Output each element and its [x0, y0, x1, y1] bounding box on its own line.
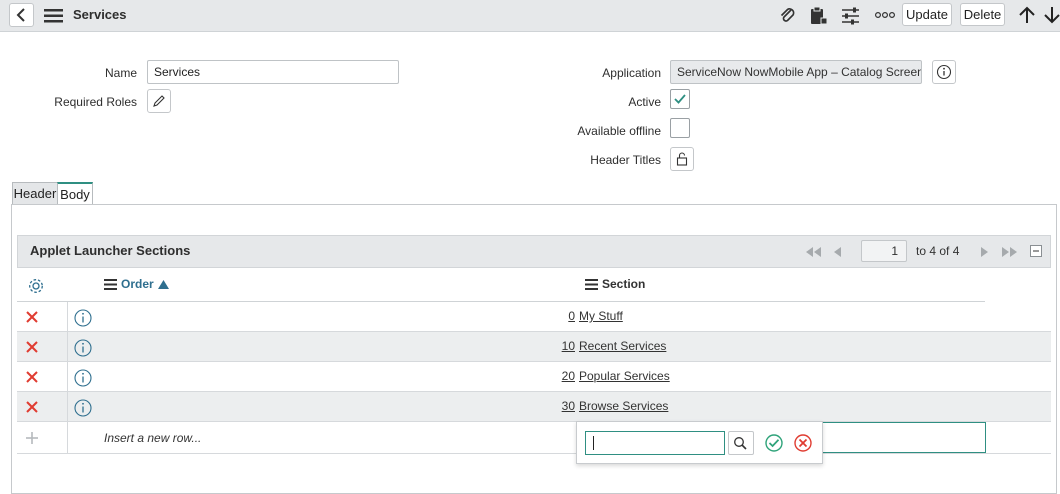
unlock-icon — [676, 152, 688, 166]
column-header-row: Order Section — [17, 269, 985, 302]
pencil-icon — [153, 95, 165, 107]
insert-row-text[interactable]: Insert a new row... — [104, 431, 201, 445]
delete-button[interactable]: Delete — [960, 3, 1005, 26]
table-row: 30 Browse Services — [17, 392, 1051, 422]
section-column-header[interactable]: Section — [602, 277, 645, 291]
form-header-bar: Services Update Delete — [0, 0, 1060, 32]
row-info-icon[interactable] — [73, 398, 93, 418]
next-record-arrow-down-icon[interactable] — [1043, 5, 1060, 25]
attachment-icon[interactable] — [777, 5, 797, 25]
row-info-icon[interactable] — [73, 338, 93, 358]
delete-row-icon[interactable] — [25, 340, 39, 354]
active-checkbox[interactable] — [670, 89, 690, 109]
tab-header[interactable]: Header — [12, 182, 58, 204]
order-cell[interactable]: 0 — [568, 309, 575, 323]
edit-roles-button[interactable] — [147, 89, 171, 113]
text-caret — [593, 436, 594, 450]
application-field[interactable]: ServiceNow NowMobile App – Catalog Scree… — [670, 60, 922, 84]
page-title: Services — [73, 7, 127, 22]
required-roles-label: Required Roles — [54, 95, 137, 109]
row-info-icon[interactable] — [73, 368, 93, 388]
table-row: 10 Recent Services — [17, 332, 1051, 362]
active-label: Active — [628, 95, 661, 109]
table-row: 0 My Stuff — [17, 302, 1051, 332]
insert-row[interactable]: Insert a new row... — [17, 422, 1051, 454]
inline-edit-input[interactable] — [585, 431, 725, 455]
update-button[interactable]: Update — [902, 3, 952, 26]
collapse-list-button[interactable] — [1030, 245, 1042, 257]
order-cell[interactable]: 20 — [562, 369, 575, 383]
header-titles-lock-button[interactable] — [670, 147, 694, 171]
personalize-sliders-icon[interactable] — [841, 6, 861, 26]
gear-icon[interactable] — [26, 276, 46, 296]
delete-row-icon[interactable] — [25, 310, 39, 324]
section-column-menu-icon[interactable] — [585, 279, 599, 290]
available-offline-checkbox[interactable] — [670, 118, 690, 138]
checkmark-icon — [674, 94, 686, 104]
more-options-icon[interactable] — [874, 9, 896, 21]
search-icon — [734, 437, 747, 450]
inline-edit-popup — [576, 421, 823, 464]
first-page-icon[interactable] — [805, 246, 823, 258]
related-list-header: Applet Launcher Sections 1 to 4 of 4 — [17, 235, 1051, 268]
order-cell[interactable]: 10 — [562, 339, 575, 353]
application-label: Application — [602, 66, 661, 80]
delete-row-icon[interactable] — [25, 370, 39, 384]
info-icon — [936, 64, 952, 80]
clipboard-icon[interactable] — [808, 5, 828, 27]
next-page-icon[interactable] — [979, 246, 989, 258]
page-number-input[interactable]: 1 — [861, 240, 907, 262]
application-info-button[interactable] — [932, 60, 956, 84]
chevron-left-icon — [16, 8, 25, 22]
header-titles-label: Header Titles — [590, 153, 661, 167]
previous-page-icon[interactable] — [833, 246, 843, 258]
back-button[interactable] — [9, 3, 34, 27]
hamburger-menu-icon[interactable] — [44, 8, 64, 24]
order-cell[interactable]: 30 — [562, 399, 575, 413]
cancel-x-icon[interactable] — [793, 433, 813, 453]
section-cell[interactable]: Recent Services — [579, 339, 666, 353]
section-cell[interactable]: Popular Services — [579, 369, 670, 383]
plus-icon[interactable] — [25, 431, 39, 445]
record-range-text: to 4 of 4 — [916, 244, 960, 258]
lookup-search-button[interactable] — [728, 431, 754, 455]
table-row: 20 Popular Services — [17, 362, 1051, 392]
save-check-icon[interactable] — [764, 433, 784, 453]
tab-body[interactable]: Body — [57, 182, 93, 205]
section-cell[interactable]: Browse Services — [579, 399, 668, 413]
order-column-header[interactable]: Order — [121, 277, 154, 291]
available-offline-label: Available offline — [577, 124, 661, 138]
name-label: Name — [104, 66, 137, 80]
last-page-icon[interactable] — [1001, 246, 1019, 258]
row-info-icon[interactable] — [73, 308, 93, 328]
related-list-title: Applet Launcher Sections — [30, 243, 191, 258]
order-column-menu-icon[interactable] — [104, 279, 118, 290]
minus-icon — [1033, 250, 1039, 252]
previous-record-arrow-up-icon[interactable] — [1017, 5, 1037, 25]
section-cell[interactable]: My Stuff — [579, 309, 623, 323]
sort-ascending-icon — [158, 280, 169, 289]
section-cell-editor[interactable] — [817, 422, 986, 453]
delete-row-icon[interactable] — [25, 400, 39, 414]
name-field[interactable]: Services — [147, 60, 399, 84]
